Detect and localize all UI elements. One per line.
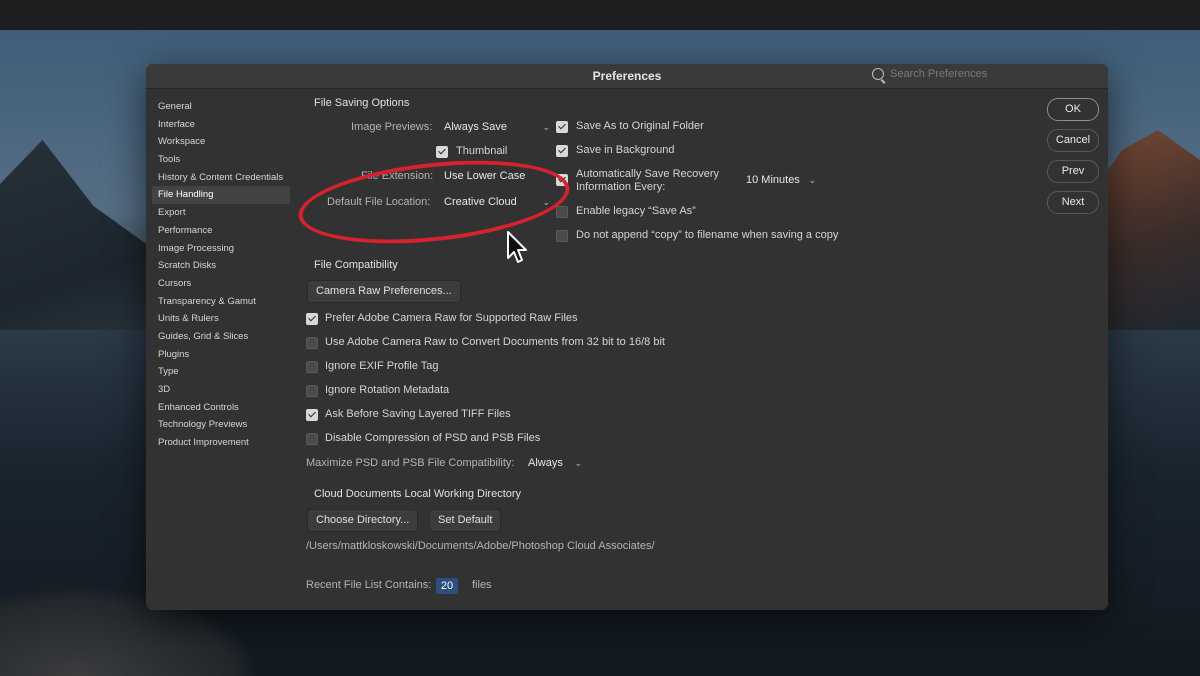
preferences-sidebar: General Interface Workspace Tools Histor… <box>152 98 290 452</box>
image-previews-label: Image Previews: <box>351 121 433 133</box>
thumbnail-checkbox[interactable] <box>436 146 448 158</box>
wallpaper-mountain-left <box>0 140 170 360</box>
auto-save-interval-dropdown[interactable]: 10 Minutes ⌄ <box>740 171 818 189</box>
ignore-exif-checkbox[interactable] <box>306 361 318 373</box>
search-input[interactable] <box>890 66 1080 82</box>
sidebar-item-interface[interactable]: Interface <box>152 116 290 134</box>
camera-raw-preferences-button[interactable]: Camera Raw Preferences... <box>307 280 461 303</box>
prev-button[interactable]: Prev <box>1047 160 1099 183</box>
maximize-compat-label: Maximize PSD and PSB File Compatibility: <box>306 457 515 469</box>
sidebar-item-transparency[interactable]: Transparency & Gamut <box>152 293 290 311</box>
image-previews-value: Always Save <box>444 121 507 133</box>
dialog-titlebar: Preferences <box>146 64 1108 89</box>
save-as-original-checkbox[interactable] <box>556 121 568 133</box>
sidebar-item-plugins[interactable]: Plugins <box>152 346 290 364</box>
prefer-camera-raw-label: Prefer Adobe Camera Raw for Supported Ra… <box>325 312 578 324</box>
sidebar-item-general[interactable]: General <box>152 98 290 116</box>
maximize-compat-dropdown[interactable]: Always ⌄ <box>522 454 584 472</box>
legacy-save-as-checkbox[interactable] <box>556 206 568 218</box>
chevron-down-icon: ⌄ <box>808 175 816 185</box>
set-default-button[interactable]: Set Default <box>429 509 502 532</box>
mouse-pointer-icon <box>507 231 527 263</box>
search-box[interactable] <box>872 66 1092 84</box>
sidebar-item-3d[interactable]: 3D <box>152 381 290 399</box>
sidebar-item-performance[interactable]: Performance <box>152 222 290 240</box>
sidebar-item-guides[interactable]: Guides, Grid & Slices <box>152 328 290 346</box>
sidebar-item-type[interactable]: Type <box>152 363 290 381</box>
save-background-checkbox[interactable] <box>556 145 568 157</box>
ignore-exif-label: Ignore EXIF Profile Tag <box>325 360 439 372</box>
save-background-label: Save in Background <box>576 144 675 156</box>
ask-tiff-checkbox[interactable] <box>306 409 318 421</box>
sidebar-item-workspace[interactable]: Workspace <box>152 133 290 151</box>
ok-button[interactable]: OK <box>1047 98 1099 121</box>
preferences-dialog: Preferences General Interface Workspace … <box>146 64 1108 610</box>
sidebar-item-enhanced-controls[interactable]: Enhanced Controls <box>152 399 290 417</box>
sidebar-item-scratch-disks[interactable]: Scratch Disks <box>152 257 290 275</box>
thumbnail-label: Thumbnail <box>456 145 508 157</box>
auto-save-interval-value: 10 Minutes <box>746 174 800 186</box>
recent-files-input[interactable]: 20 <box>436 578 458 594</box>
chevron-down-icon: ⌄ <box>574 458 582 468</box>
choose-directory-button[interactable]: Choose Directory... <box>307 509 419 532</box>
cancel-button[interactable]: Cancel <box>1047 129 1099 152</box>
sidebar-item-cursors[interactable]: Cursors <box>152 275 290 293</box>
ask-tiff-label: Ask Before Saving Layered TIFF Files <box>325 408 511 420</box>
disable-compression-checkbox[interactable] <box>306 433 318 445</box>
sidebar-item-tools[interactable]: Tools <box>152 151 290 169</box>
recent-files-label: Recent File List Contains: <box>306 579 432 591</box>
image-previews-dropdown[interactable]: Always Save ⌄ <box>438 118 552 136</box>
sidebar-item-product-improvement[interactable]: Product Improvement <box>152 434 290 452</box>
sidebar-item-image-processing[interactable]: Image Processing <box>152 240 290 258</box>
sidebar-item-file-handling[interactable]: File Handling <box>152 186 290 205</box>
file-compat-heading: File Compatibility <box>314 259 398 271</box>
prefer-camera-raw-checkbox[interactable] <box>306 313 318 325</box>
file-saving-heading: File Saving Options <box>314 97 410 109</box>
menu-bar <box>0 0 1200 30</box>
save-as-original-label: Save As to Original Folder <box>576 120 704 132</box>
convert-32bit-checkbox[interactable] <box>306 337 318 349</box>
sidebar-item-technology-previews[interactable]: Technology Previews <box>152 416 290 434</box>
sidebar-item-history[interactable]: History & Content Credentials <box>152 169 290 187</box>
recent-files-suffix: files <box>472 579 492 591</box>
sidebar-item-units[interactable]: Units & Rulers <box>152 310 290 328</box>
next-button[interactable]: Next <box>1047 191 1099 214</box>
sidebar-item-export[interactable]: Export <box>152 204 290 222</box>
disable-compression-label: Disable Compression of PSD and PSB Files <box>325 432 541 444</box>
ignore-rotation-label: Ignore Rotation Metadata <box>325 384 450 396</box>
auto-save-label-line2: Information Every: <box>576 181 666 193</box>
no-copy-checkbox[interactable] <box>556 230 568 242</box>
chevron-down-icon: ⌄ <box>542 122 550 132</box>
cloud-directory-path: /Users/mattkloskowski/Documents/Adobe/Ph… <box>306 540 655 552</box>
cloud-directory-heading: Cloud Documents Local Working Directory <box>314 488 522 500</box>
maximize-compat-value: Always <box>528 457 563 469</box>
legacy-save-as-label: Enable legacy “Save As” <box>576 205 696 217</box>
auto-save-label-line1: Automatically Save Recovery <box>576 168 720 180</box>
convert-32bit-label: Use Adobe Camera Raw to Convert Document… <box>325 336 665 348</box>
no-copy-label: Do not append “copy” to filename when sa… <box>576 229 839 241</box>
search-icon <box>872 68 884 80</box>
ignore-rotation-checkbox[interactable] <box>306 385 318 397</box>
